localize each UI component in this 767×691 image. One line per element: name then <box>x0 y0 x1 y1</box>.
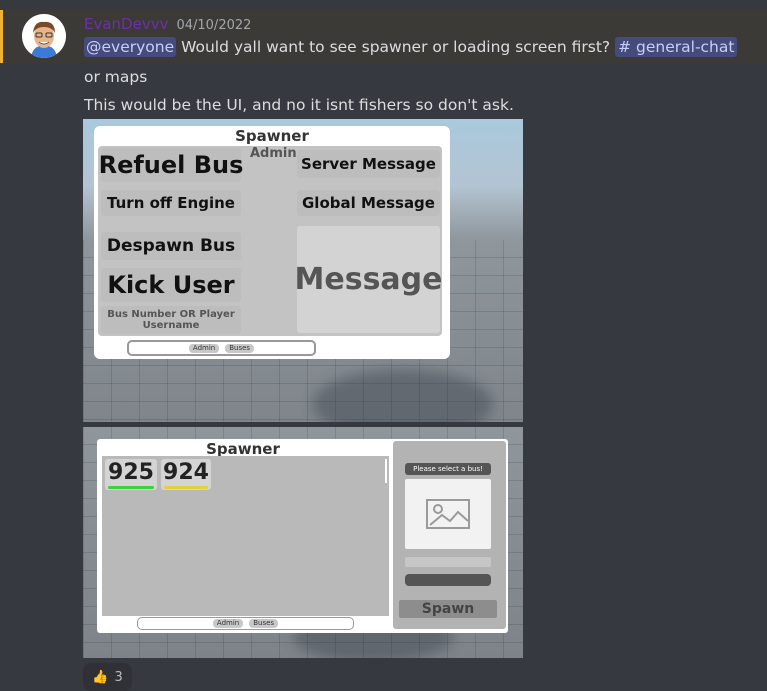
tab-admin[interactable]: Admin <box>212 619 244 628</box>
message-line-2: or maps <box>84 68 148 86</box>
channel-link[interactable]: # general-chat <box>615 37 738 57</box>
refuel-bus-button[interactable]: Refuel Bus <box>99 148 243 182</box>
turn-off-engine-button[interactable]: Turn off Engine <box>101 190 241 216</box>
message-line-1: @everyone Would yall want to see spawner… <box>84 37 738 57</box>
tab-admin[interactable]: Admin <box>188 343 220 353</box>
tab-bar: Admin Buses <box>137 617 354 630</box>
global-message-button[interactable]: Global Message <box>297 190 440 216</box>
bus-preview-panel: Please select a bus! Spawn <box>393 441 506 629</box>
reaction-count: 3 <box>114 669 123 685</box>
everyone-mention[interactable]: @everyone <box>84 37 177 57</box>
bus-card-925[interactable]: 925 <box>105 459 157 490</box>
username[interactable]: EvanDevvv <box>84 15 168 33</box>
tab-bar: Admin Buses <box>127 340 316 356</box>
thumbs-up-icon: 👍 <box>92 669 109 685</box>
attachment-image-buses[interactable]: Spawner 925 924 Please select a bus! Spa… <box>83 427 523 658</box>
info-bar <box>405 557 491 567</box>
admin-box: Admin Refuel Bus Turn off Engine Despawn… <box>98 146 443 336</box>
kick-user-button[interactable]: Kick User <box>101 268 241 302</box>
scrollbar[interactable] <box>385 459 387 483</box>
bus-or-player-input[interactable]: Bus Number OR Player Username <box>101 306 241 334</box>
bus-card-924[interactable]: 924 <box>161 459 211 490</box>
despawn-bus-button[interactable]: Despawn Bus <box>101 232 241 260</box>
message-line-3: This would be the UI, and no it isnt fis… <box>84 96 514 114</box>
bus-number: 925 <box>108 460 154 485</box>
bus-preview <box>405 479 491 549</box>
reaction-thumbs-up[interactable]: 👍 3 <box>83 663 132 691</box>
info-bar-dark <box>405 574 491 586</box>
message-input[interactable]: Message <box>295 226 443 333</box>
tab-buses[interactable]: Buses <box>249 619 279 628</box>
admin-tag: Admin <box>250 146 297 161</box>
bus-list: 925 924 <box>102 456 389 616</box>
avatar[interactable] <box>22 14 66 58</box>
message-text: Would yall want to see spawner or loadin… <box>176 38 616 56</box>
tab-buses[interactable]: Buses <box>225 343 255 353</box>
admin-panel: Spawner Admin Refuel Bus Turn off Engine… <box>94 126 450 359</box>
image-placeholder-icon <box>426 499 470 529</box>
attachment-image-admin[interactable]: Spawner Admin Refuel Bus Turn off Engine… <box>83 119 523 422</box>
bus-panel: Spawner 925 924 Please select a bus! Spa… <box>97 439 508 633</box>
bus-number: 924 <box>163 460 209 485</box>
panel-title: Spawner <box>235 127 309 145</box>
bus-status-bar <box>108 486 154 489</box>
select-bus-label: Please select a bus! <box>405 463 491 475</box>
spawn-button[interactable]: Spawn <box>399 600 497 618</box>
bus-status-bar <box>164 486 208 489</box>
channel-name: general-chat <box>636 38 735 56</box>
channel-hash-icon: # <box>618 38 632 56</box>
message-header: EvanDevvv 04/10/2022 <box>84 15 251 33</box>
server-message-button[interactable]: Server Message <box>297 150 440 178</box>
timestamp: 04/10/2022 <box>176 18 252 33</box>
